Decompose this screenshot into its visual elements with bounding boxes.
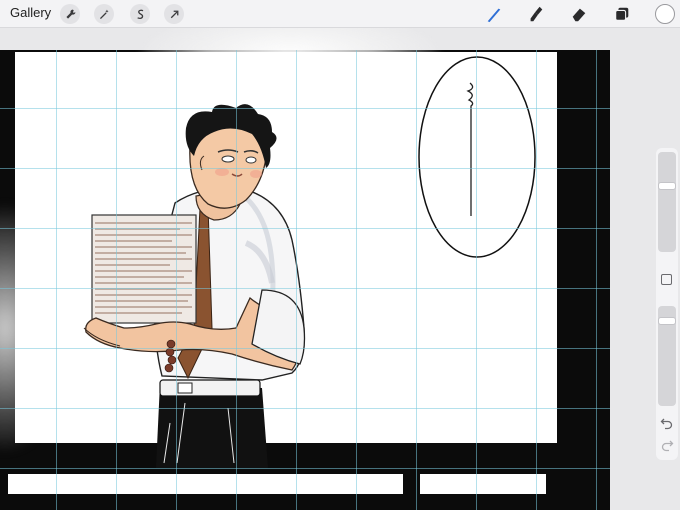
selection-button[interactable]	[130, 4, 150, 24]
actions-button[interactable]	[60, 4, 80, 24]
brush-tool-button[interactable]	[483, 3, 505, 25]
trousers	[156, 379, 268, 468]
redo-icon[interactable]	[660, 438, 674, 452]
transform-button[interactable]	[164, 4, 184, 24]
opacity-slider[interactable]	[658, 306, 676, 406]
brush-icon	[487, 8, 501, 23]
transform-arrow-icon	[170, 10, 178, 18]
smudge-tool-button[interactable]	[525, 3, 547, 25]
speech-bubble	[418, 56, 536, 258]
brush-size-thumb[interactable]	[658, 182, 676, 190]
opacity-thumb[interactable]	[658, 317, 676, 325]
color-picker-button[interactable]	[655, 4, 675, 24]
top-toolbar: Gallery	[0, 0, 680, 28]
undo-icon[interactable]	[660, 416, 674, 430]
character-artwork	[83, 56, 536, 468]
paper-stack	[91, 214, 197, 324]
side-toolbar	[656, 148, 678, 460]
smudge-icon	[530, 6, 543, 22]
layers-button[interactable]	[611, 3, 633, 25]
gallery-button[interactable]: Gallery	[10, 5, 51, 20]
magic-wand-icon	[99, 9, 109, 19]
modify-button[interactable]	[661, 274, 672, 285]
procreate-app: Gallery	[0, 0, 680, 510]
brush-size-slider[interactable]	[658, 152, 676, 252]
adjustments-button[interactable]	[94, 4, 114, 24]
layers-icon	[615, 7, 629, 21]
eraser-icon	[572, 8, 586, 22]
eraser-tool-button[interactable]	[568, 3, 590, 25]
wrench-icon	[65, 9, 75, 19]
canvas-area[interactable]	[0, 28, 680, 510]
selection-s-icon	[136, 9, 143, 19]
